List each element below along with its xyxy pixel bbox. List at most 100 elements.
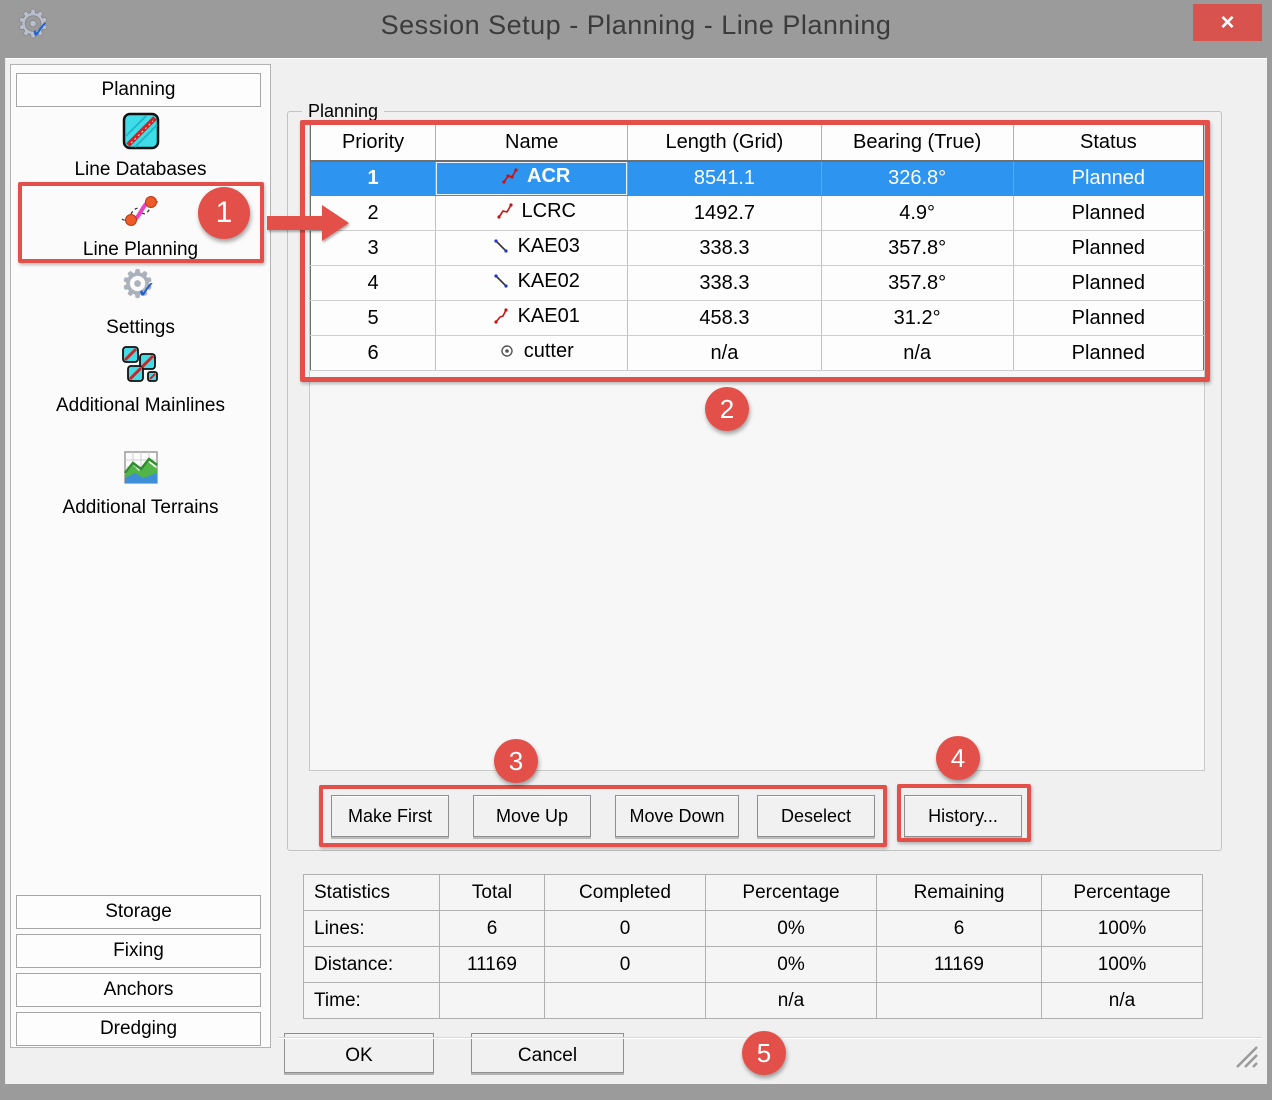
cell-length: 338.3: [627, 230, 822, 266]
table-row[interactable]: 1 ACR 8541.1 326.8° Planned: [310, 160, 1204, 196]
cell-status: Planned: [1013, 160, 1204, 196]
stats-label: Time:: [303, 982, 440, 1019]
sidebar-item-line-databases[interactable]: Line Databases: [11, 112, 270, 182]
dialog-client-area: Planning Line Databases Line Planning ⚙ …: [5, 58, 1267, 1084]
sidebar-item-storage[interactable]: Storage: [16, 895, 261, 929]
stats-col-completed: Completed: [544, 874, 706, 911]
cell-priority: 2: [310, 195, 437, 231]
black-line-icon: [492, 237, 510, 261]
additional-mainlines-icon: [120, 346, 162, 386]
stats-row-distance: Distance: 11169 0 0% 11169 100%: [303, 946, 1203, 983]
move-up-button[interactable]: Move Up: [473, 795, 591, 837]
cell-length: 8541.1: [627, 160, 822, 196]
ok-button[interactable]: OK: [284, 1033, 434, 1073]
cell-bearing: 357.8°: [821, 230, 1014, 266]
sidebar-item-label: Line Planning: [82, 239, 199, 260]
column-header-status[interactable]: Status: [1013, 124, 1204, 162]
cancel-button[interactable]: Cancel: [471, 1033, 624, 1073]
stats-col-percentage: Percentage: [705, 874, 877, 911]
cell-length: 458.3: [627, 300, 822, 336]
table-row[interactable]: 5 KAE01 458.3 31.2° Planned: [310, 300, 1204, 336]
sidebar-header-planning[interactable]: Planning: [16, 73, 261, 107]
line-planning-list[interactable]: Priority Name Length (Grid) Bearing (Tru…: [309, 123, 1205, 771]
stats-col-remaining: Remaining: [876, 874, 1042, 911]
sidebar-item-label: Additional Terrains: [62, 497, 219, 518]
sidebar-item-label: Line Databases: [74, 159, 207, 180]
cell-bearing: 4.9°: [821, 195, 1014, 231]
stats-col-total: Total: [439, 874, 545, 911]
stats-value: 6: [439, 910, 545, 947]
cell-length: 338.3: [627, 265, 822, 301]
cell-length: n/a: [627, 335, 822, 371]
red-polyline-icon: [501, 167, 519, 191]
stats-value: 0: [544, 946, 706, 983]
stats-value: n/a: [705, 982, 877, 1019]
table-row[interactable]: 4 KAE02 338.3 357.8° Planned: [310, 265, 1204, 301]
column-header-priority[interactable]: Priority: [310, 124, 437, 162]
stats-value: 100%: [1041, 946, 1203, 983]
stats-value: 0%: [705, 946, 877, 983]
make-first-button[interactable]: Make First: [331, 795, 449, 837]
cell-status: Planned: [1013, 265, 1204, 301]
deselect-button[interactable]: Deselect: [757, 795, 875, 837]
sidebar: Planning Line Databases Line Planning ⚙ …: [10, 64, 271, 1048]
cell-bearing: 357.8°: [821, 265, 1014, 301]
cell-name: KAE02: [435, 265, 629, 301]
cell-bearing: 31.2°: [821, 300, 1014, 336]
cutter-circle-icon: [498, 342, 516, 366]
window-title: Session Setup - Planning - Line Planning: [380, 10, 892, 40]
cell-status: Planned: [1013, 230, 1204, 266]
additional-terrains-icon: [121, 450, 161, 490]
line-planning-icon: [118, 192, 164, 232]
cell-name: ACR: [435, 160, 629, 196]
table-row[interactable]: 6 cutter n/a n/a Planned: [310, 335, 1204, 371]
sidebar-item-additional-terrains[interactable]: Additional Terrains: [11, 450, 270, 520]
history-button[interactable]: History...: [904, 795, 1022, 837]
sidebar-item-line-planning[interactable]: Line Planning: [11, 192, 270, 262]
cell-length: 1492.7: [627, 195, 822, 231]
cell-priority: 6: [310, 335, 437, 371]
column-header-length[interactable]: Length (Grid): [627, 124, 822, 162]
sidebar-item-dredging[interactable]: Dredging: [16, 1012, 261, 1046]
stats-value: 11169: [876, 946, 1042, 983]
stats-row-time: Time: n/a n/a: [303, 982, 1203, 1019]
table-row[interactable]: 2 LCRC 1492.7 4.9° Planned: [310, 195, 1204, 231]
statistics-table: Statistics Total Completed Percentage Re…: [303, 874, 1203, 1019]
cell-priority: 4: [310, 265, 437, 301]
red-polyline-icon: [492, 307, 510, 331]
stats-col-remaining-percentage: Percentage: [1041, 874, 1203, 911]
black-line-icon: [492, 272, 510, 296]
stats-value: 100%: [1041, 910, 1203, 947]
cell-status: Planned: [1013, 335, 1204, 371]
cell-name: LCRC: [435, 195, 629, 231]
close-icon: ×: [1220, 8, 1235, 36]
stats-header-row: Statistics Total Completed Percentage Re…: [303, 874, 1203, 911]
column-header-name[interactable]: Name: [435, 124, 629, 162]
settings-gear-icon: ⚙ ✓: [120, 262, 157, 306]
cell-bearing: 326.8°: [821, 160, 1014, 196]
stats-value: 11169: [439, 946, 545, 983]
line-planning-table: Priority Name Length (Grid) Bearing (Tru…: [310, 124, 1204, 371]
stats-value: 0: [544, 910, 706, 947]
cell-name: KAE03: [435, 230, 629, 266]
sidebar-item-label: Additional Mainlines: [56, 395, 225, 416]
stats-value: n/a: [1041, 982, 1203, 1019]
stats-col-statistics: Statistics: [303, 874, 440, 911]
footer-divider: [278, 1037, 1262, 1038]
cell-priority: 5: [310, 300, 437, 336]
title-bar[interactable]: ⚙ ✓ Session Setup - Planning - Line Plan…: [0, 0, 1272, 58]
close-button[interactable]: ×: [1193, 4, 1262, 41]
red-polyline-icon: [496, 202, 514, 226]
move-down-button[interactable]: Move Down: [615, 795, 739, 837]
resize-grip[interactable]: [1231, 1043, 1259, 1074]
session-setup-window: ⚙ ✓ Session Setup - Planning - Line Plan…: [0, 0, 1272, 1100]
sidebar-item-additional-mainlines[interactable]: Additional Mainlines: [11, 346, 270, 418]
sidebar-item-fixing[interactable]: Fixing: [16, 934, 261, 968]
sidebar-item-anchors[interactable]: Anchors: [16, 973, 261, 1007]
sidebar-item-settings[interactable]: ⚙ ✓ Settings: [11, 262, 270, 340]
cell-priority: 1: [310, 160, 437, 196]
column-header-bearing[interactable]: Bearing (True): [821, 124, 1014, 162]
table-row[interactable]: 3 KAE03 338.3 357.8° Planned: [310, 230, 1204, 266]
stats-value: [876, 982, 1042, 1019]
sidebar-item-label: Settings: [106, 317, 175, 338]
